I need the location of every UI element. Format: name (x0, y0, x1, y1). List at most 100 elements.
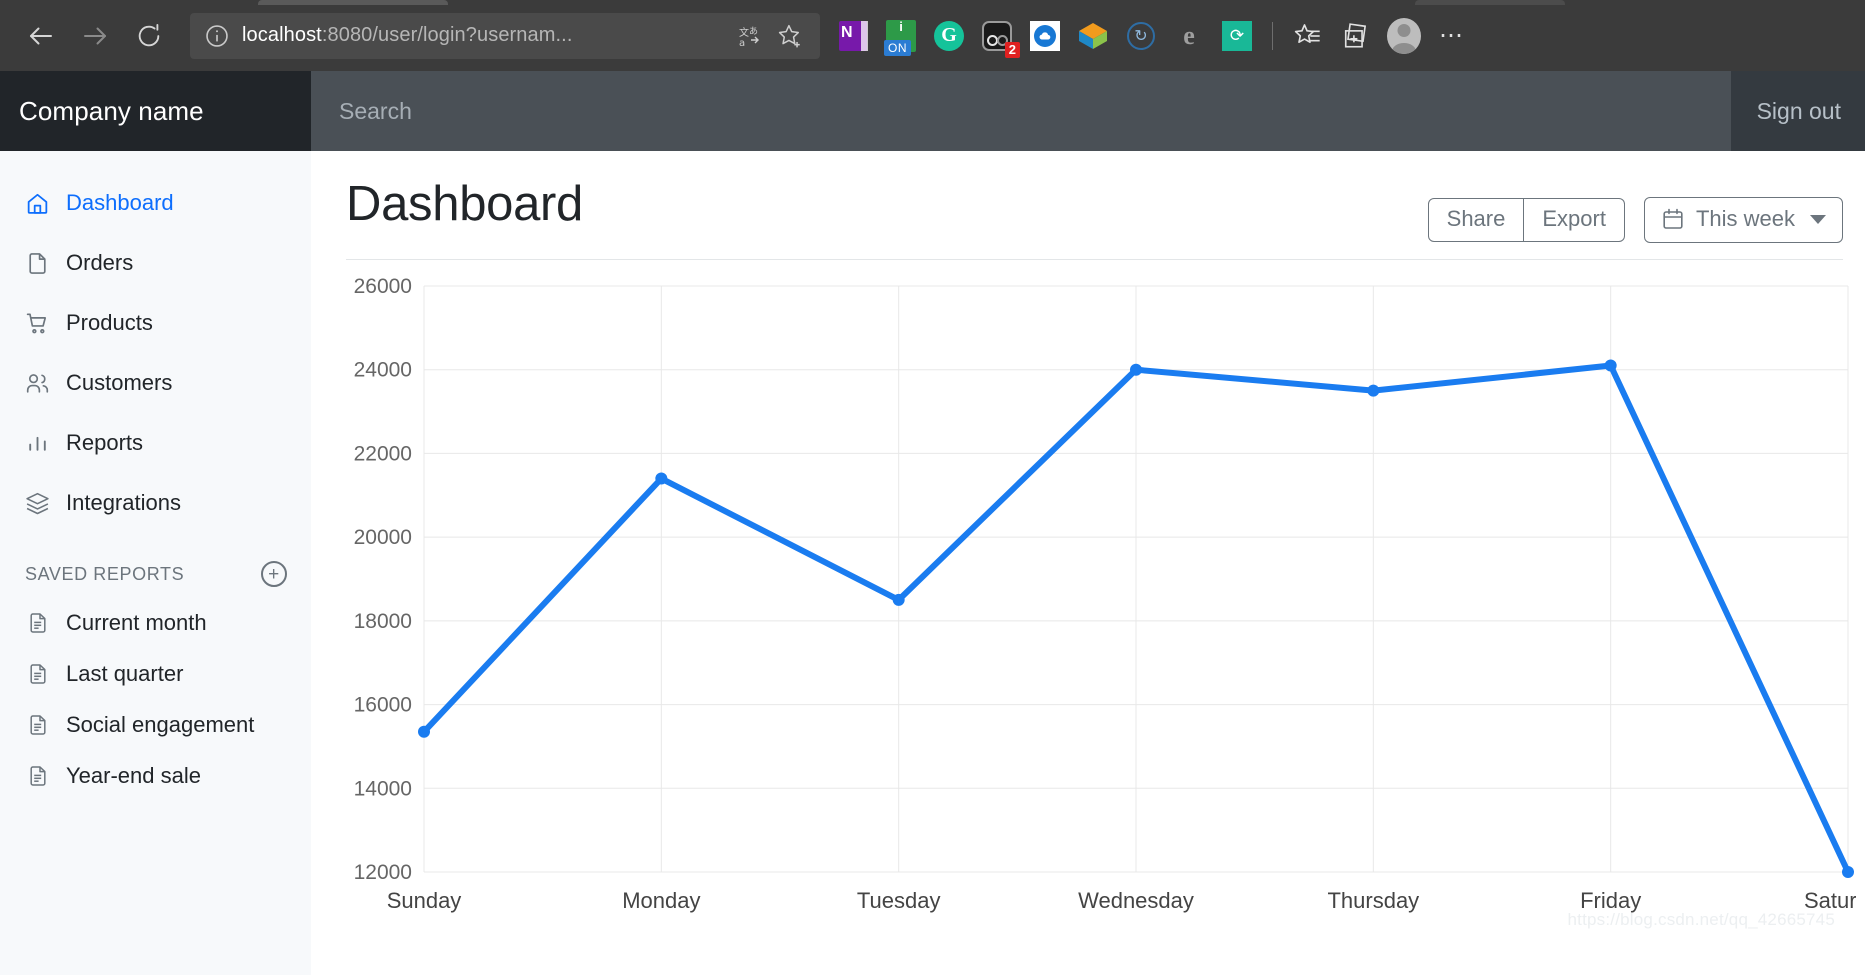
share-button[interactable]: Share (1427, 197, 1525, 243)
main-column: Sign out Dashboard Share Export (311, 71, 1865, 975)
x-axis-tick-label: Thursday (1327, 888, 1419, 913)
back-arrow-icon[interactable] (14, 13, 68, 59)
sidebar-item-label: Dashboard (66, 190, 174, 215)
sidebar-item-social-engagement[interactable]: Social engagement (0, 699, 311, 750)
refresh-icon[interactable] (122, 13, 176, 59)
layers-icon (25, 491, 50, 516)
sidebar-item-label: Orders (66, 250, 134, 275)
sidebar-item-reports[interactable]: Reports (0, 413, 311, 473)
bar-chart-icon (25, 431, 50, 456)
grammarly-glyph: G (934, 20, 964, 51)
sidebar-item-label: Last quarter (66, 660, 184, 686)
page-actions: Share Export This week (1427, 179, 1843, 243)
y-axis-tick-label: 18000 (354, 610, 412, 633)
primary-nav: Dashboard Orders Products Customers Repo… (0, 151, 311, 533)
sidebar-item-label: Current month (66, 609, 207, 635)
export-button[interactable]: Export (1524, 197, 1625, 243)
sync-extension-icon[interactable]: ↻ (1124, 19, 1158, 53)
browser-tab-stub-two[interactable] (1415, 0, 1565, 5)
document-icon (25, 763, 50, 788)
grammarly-extension-icon[interactable]: G (932, 19, 966, 53)
sidebar-item-label: Year-end sale (66, 762, 201, 788)
sidebar-item-integrations[interactable]: Integrations (0, 473, 311, 533)
onenote-clipper-glyph: i ON (884, 19, 916, 56)
pocket-extension-icon[interactable]: 2 (980, 19, 1020, 58)
refresh-teal-extension-icon[interactable]: ⟳ (1220, 19, 1254, 53)
y-axis-tick-label: 16000 (354, 694, 412, 717)
y-axis-tick-label: 24000 (354, 359, 412, 382)
sidebar-item-current-month[interactable]: Current month (0, 597, 311, 648)
profile-avatar-icon[interactable] (1387, 17, 1421, 54)
more-options-icon[interactable]: ⋯ (1435, 19, 1469, 53)
info-icon[interactable] (200, 19, 234, 53)
address-bar[interactable]: localhost:8080/user/login?usernam... 文 あ… (190, 12, 820, 59)
watermark-text: https://blog.csdn.net/qq_42665745 (1567, 910, 1835, 929)
chevron-down-icon (1810, 214, 1826, 224)
plus-circle-icon[interactable]: + (261, 561, 287, 587)
sign-out-button[interactable]: Sign out (1730, 71, 1865, 151)
data-point[interactable] (892, 593, 905, 606)
box-drive-glyph (1078, 22, 1108, 50)
box-drive-extension-icon[interactable] (1076, 19, 1110, 53)
users-icon (25, 371, 50, 396)
translate-icon[interactable]: 文 あ a (730, 18, 770, 54)
sidebar-item-label: Reports (66, 430, 144, 455)
sales-line-chart: 12000 14000 16000 18000 20000 22000 24000 26000… (354, 275, 1856, 913)
sidebar-item-label: Customers (66, 370, 173, 395)
add-favorite-star-icon[interactable] (770, 18, 810, 54)
saved-reports-nav: Current month Last quarter Social engage… (0, 597, 311, 801)
data-point[interactable] (1130, 363, 1142, 376)
data-point[interactable] (418, 725, 430, 738)
data-point[interactable] (1367, 384, 1380, 397)
date-range-button[interactable]: This week (1643, 197, 1843, 243)
sidebar-item-year-end-sale[interactable]: Year-end sale (0, 750, 311, 801)
cloud-extension-icon[interactable] (1028, 19, 1062, 53)
onenote-clipper-extension-icon[interactable]: i ON (884, 19, 918, 56)
toolbar-divider (1272, 21, 1273, 50)
saved-reports-heading: SAVED REPORTS (25, 563, 185, 584)
sidebar-item-customers[interactable]: Customers (0, 353, 311, 413)
x-axis-tick-label: Tuesday (857, 888, 941, 913)
document-icon (25, 610, 50, 635)
sidebar-item-orders[interactable]: Orders (0, 233, 311, 293)
page-header: Dashboard Share Export This week (346, 151, 1843, 260)
content-area: Dashboard Share Export This week 12000 1… (311, 151, 1865, 975)
calendar-icon (1661, 207, 1685, 231)
search-input[interactable] (311, 97, 1731, 125)
sidebar-item-products[interactable]: Products (0, 293, 311, 353)
browser-tab-stub[interactable] (258, 0, 448, 5)
sidebar-item-label: Integrations (66, 490, 181, 515)
edge-glyph: e (1183, 20, 1195, 50)
avatar (1387, 17, 1421, 54)
address-bar-text[interactable]: localhost:8080/user/login?usernam... (234, 24, 730, 47)
x-axis-tick-label: Sunday (387, 888, 462, 913)
svg-text:a: a (739, 38, 745, 48)
y-axis-tick-label: 14000 (354, 777, 412, 800)
brand-title[interactable]: Company name (0, 71, 311, 151)
url-host: localhost (242, 24, 322, 46)
favorites-list-icon[interactable] (1291, 19, 1325, 53)
page-title: Dashboard (346, 177, 584, 231)
y-axis-tick-label: 22000 (354, 442, 412, 465)
saved-reports-header: SAVED REPORTS + (0, 533, 311, 597)
forward-arrow-icon[interactable] (68, 13, 122, 59)
sidebar-item-last-quarter[interactable]: Last quarter (0, 648, 311, 699)
onenote-extension-icon[interactable]: N (836, 19, 870, 53)
svg-text:あ: あ (749, 26, 758, 37)
y-axis-tick-label: 20000 (354, 526, 412, 549)
data-point[interactable] (1842, 866, 1854, 878)
share-export-group: Share Export (1427, 197, 1625, 243)
data-point[interactable] (655, 472, 668, 485)
app-root: Company name Dashboard Orders Products C… (0, 71, 1865, 975)
browser-chrome: localhost:8080/user/login?usernam... 文 あ… (0, 0, 1865, 71)
sidebar: Company name Dashboard Orders Products C… (0, 71, 311, 975)
sidebar-item-dashboard[interactable]: Dashboard (0, 173, 311, 233)
edge-extension-icon[interactable]: e (1172, 19, 1206, 53)
collections-icon[interactable] (1339, 19, 1373, 53)
onenote-glyph: N (839, 20, 868, 51)
y-axis-tick-label: 26000 (354, 275, 412, 298)
cart-icon (25, 311, 50, 336)
data-point[interactable] (1604, 359, 1617, 372)
sidebar-item-label: Products (66, 310, 153, 335)
document-icon (25, 661, 50, 686)
